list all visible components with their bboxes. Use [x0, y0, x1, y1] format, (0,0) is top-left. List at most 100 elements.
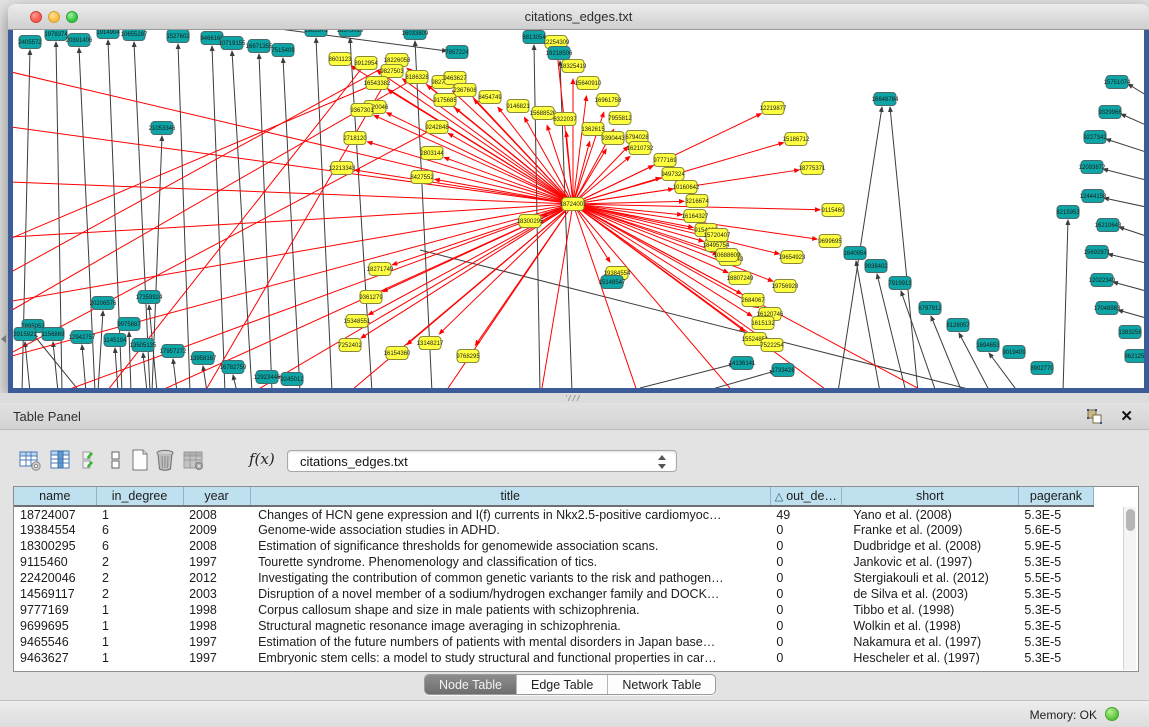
- table-cell[interactable]: 9699695: [14, 618, 96, 634]
- graph-node[interactable]: 9227342: [1083, 131, 1107, 144]
- graph-node[interactable]: 18724007: [560, 198, 587, 211]
- column-header-out_de[interactable]: △out_de…: [770, 487, 841, 506]
- table-row[interactable]: 977716911998Corpus callosum shape and si…: [14, 602, 1094, 618]
- citation-edge[interactable]: [702, 371, 775, 388]
- table-cell[interactable]: 2009: [183, 522, 250, 538]
- table-cell[interactable]: 19384554: [14, 522, 96, 538]
- column-header-title[interactable]: title: [250, 487, 770, 506]
- graph-node[interactable]: 12022349: [1089, 274, 1116, 287]
- table-row[interactable]: 1830029562008Estimation of significance …: [14, 538, 1094, 554]
- graph-node[interactable]: 15720407: [704, 229, 731, 242]
- citation-edge-red[interactable]: [200, 71, 392, 388]
- citation-edge-red[interactable]: [573, 204, 640, 388]
- table-cell[interactable]: 1998: [183, 602, 250, 618]
- table-cell[interactable]: Tourette syndrome. Phenomenology and cla…: [250, 554, 770, 570]
- table-row[interactable]: 1938455462009Genome-wide association stu…: [14, 522, 1094, 538]
- graph-node[interactable]: 13958167: [190, 352, 217, 365]
- graph-node[interactable]: 18300295: [517, 215, 544, 228]
- graph-node[interactable]: 9361279: [359, 291, 383, 304]
- table-cell[interactable]: 18724007: [14, 506, 96, 522]
- table-cell[interactable]: 1: [96, 506, 183, 522]
- graph-node[interactable]: 3216674: [685, 195, 709, 208]
- graph-node[interactable]: 9768295: [456, 350, 480, 363]
- table-cell[interactable]: Nakamura et al. (1997): [841, 634, 1018, 650]
- table-cell[interactable]: 1: [96, 634, 183, 650]
- graph-node[interactable]: 1983573: [304, 30, 328, 37]
- table-cell[interactable]: Corpus callosum shape and size in male p…: [250, 602, 770, 618]
- table-cell[interactable]: 1998: [183, 618, 250, 634]
- table-cell[interactable]: 5.3E-5: [1018, 634, 1093, 650]
- table-cell[interactable]: Embryonic stem cells: a model to study s…: [250, 650, 770, 666]
- delete-table-icon[interactable]: [153, 448, 177, 472]
- table-cell[interactable]: Yano et al. (2008): [841, 506, 1018, 522]
- graph-node[interactable]: 8454749: [478, 91, 502, 104]
- graph-node[interactable]: 7857224: [445, 46, 469, 59]
- float-panel-icon[interactable]: [1087, 409, 1103, 425]
- table-cell[interactable]: Structural magnetic resonance image aver…: [250, 618, 770, 634]
- column-header-pagerank[interactable]: pagerank: [1018, 487, 1093, 506]
- citation-edge[interactable]: [350, 38, 372, 388]
- graph-node[interactable]: 9699695: [818, 235, 842, 248]
- graph-node[interactable]: 18373019: [337, 30, 364, 37]
- table-cell[interactable]: 5.3E-5: [1018, 506, 1093, 522]
- citation-edge[interactable]: [143, 353, 147, 388]
- graph-node[interactable]: 7522254: [760, 339, 784, 352]
- citation-edge[interactable]: [283, 58, 300, 388]
- graph-node[interactable]: 1615132: [751, 317, 775, 330]
- table-cell[interactable]: 9115460: [14, 554, 96, 570]
- table-cell[interactable]: 9465546: [14, 634, 96, 650]
- table-cell[interactable]: 6: [96, 522, 183, 538]
- select-rows-icon[interactable]: [80, 448, 104, 472]
- graph-node[interactable]: 15148547: [599, 276, 626, 289]
- graph-node[interactable]: 13148217: [417, 337, 444, 350]
- graph-node[interactable]: 9115460: [822, 204, 846, 217]
- graph-node[interactable]: 9463627: [443, 72, 467, 85]
- graph-node[interactable]: 16210732: [627, 142, 654, 155]
- table-row[interactable]: 1456911722003Disruption of a novel membe…: [14, 586, 1094, 602]
- graph-node[interactable]: 8427552: [410, 171, 434, 184]
- graph-node[interactable]: 8186328: [405, 71, 429, 84]
- graph-node[interactable]: 18807249: [727, 272, 754, 285]
- column-chooser-icon[interactable]: [104, 448, 128, 472]
- graph-node[interactable]: 10160642: [673, 181, 700, 194]
- citation-edge[interactable]: [1118, 310, 1144, 318]
- citation-edge[interactable]: [203, 366, 207, 388]
- tab-node-table[interactable]: Node Table: [425, 675, 517, 694]
- graph-node[interactable]: 14136141: [729, 357, 756, 370]
- table-cell[interactable]: Estimation of significance thresholds fo…: [250, 538, 770, 554]
- table-cell[interactable]: 0: [770, 586, 841, 602]
- table-cell[interactable]: Disruption of a novel member of a sodium…: [250, 586, 770, 602]
- node-table[interactable]: namein_degreeyeartitle△out_de…shortpager…: [13, 486, 1139, 672]
- graph-node[interactable]: 8215953: [1056, 206, 1080, 219]
- graph-node[interactable]: 12444158: [1080, 190, 1107, 203]
- column-header-short[interactable]: short: [841, 487, 1018, 506]
- table-cell[interactable]: Franke et al. (2009): [841, 522, 1018, 538]
- citation-edge[interactable]: [1119, 227, 1144, 236]
- citation-edge-red[interactable]: [573, 204, 773, 281]
- citation-edge-red[interactable]: [367, 142, 573, 204]
- graph-node[interactable]: 19654923: [779, 251, 806, 264]
- graph-node[interactable]: 3915921: [13, 328, 37, 341]
- tab-network-table[interactable]: Network Table: [608, 675, 715, 694]
- graph-node[interactable]: 12219877: [760, 102, 787, 115]
- table-cell[interactable]: 1997: [183, 634, 250, 650]
- table-cell[interactable]: 5.9E-5: [1018, 538, 1093, 554]
- citation-edge[interactable]: [1103, 169, 1144, 180]
- table-cell[interactable]: Hescheler et al. (1997): [841, 650, 1018, 666]
- table-cell[interactable]: 22420046: [14, 570, 96, 586]
- citation-edge[interactable]: [259, 54, 272, 388]
- table-cell[interactable]: 0: [770, 634, 841, 650]
- graph-node[interactable]: 2803144: [420, 147, 444, 160]
- table-cell[interactable]: 2: [96, 554, 183, 570]
- graph-node[interactable]: 7955812: [608, 112, 632, 125]
- graph-node[interactable]: 6797912: [918, 302, 942, 315]
- table-cell[interactable]: 5.3E-5: [1018, 618, 1093, 634]
- table-cell[interactable]: 1997: [183, 554, 250, 570]
- table-cell[interactable]: 2: [96, 570, 183, 586]
- table-row[interactable]: 946554611997Estimation of the future num…: [14, 634, 1094, 650]
- citation-edge[interactable]: [1106, 139, 1144, 152]
- graph-node[interactable]: 7252402: [338, 339, 362, 352]
- graph-node[interactable]: 16671355: [246, 40, 273, 53]
- network-canvas[interactable]: 1872400786011238912954182260589827503818…: [13, 30, 1144, 388]
- citation-edge[interactable]: [1063, 220, 1068, 388]
